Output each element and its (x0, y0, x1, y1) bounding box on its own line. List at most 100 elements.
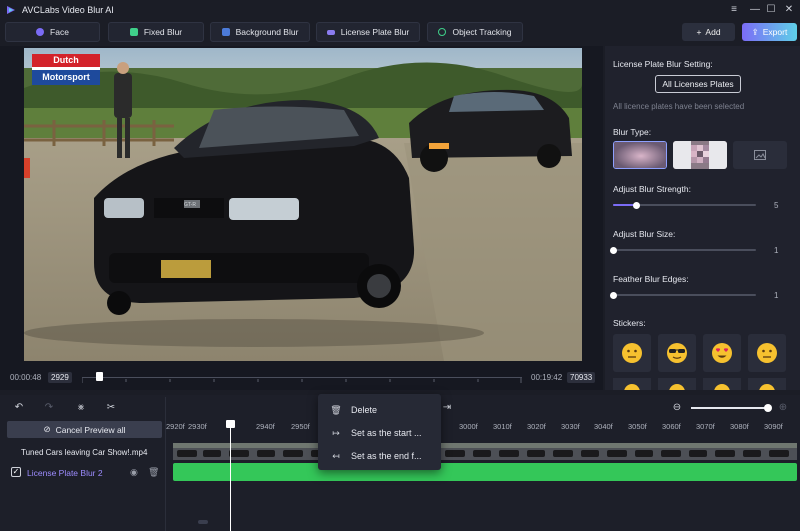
timeline-scroll-handle[interactable] (198, 520, 208, 524)
app-title: AVCLabs Video Blur AI (22, 5, 114, 15)
overlay-text-top: Dutch (53, 55, 79, 65)
sticker-heart-eyes[interactable] (703, 334, 741, 372)
scrub-handle[interactable] (96, 372, 103, 381)
ruler-label: 3070f (696, 422, 715, 431)
blur-track-name: License Plate Blur 2 (27, 468, 103, 478)
selected-note: All licence plates have been selected (613, 102, 745, 111)
redo-icon[interactable]: ↷ (42, 402, 56, 414)
close-icon[interactable]: ✕ (780, 2, 798, 18)
tab-license-plate-blur[interactable]: License Plate Blur (316, 22, 420, 42)
tab-fixed-blur[interactable]: Fixed Blur (108, 22, 204, 42)
blur-type-image[interactable] (733, 141, 787, 169)
neutral-face-icon (622, 343, 642, 363)
zoom-thumb[interactable] (764, 404, 772, 412)
cut-icon[interactable]: ✂ (104, 402, 118, 414)
set-end-icon: ↤ (332, 450, 340, 461)
split-icon[interactable]: ⨳ (74, 402, 88, 414)
ruler-label: 3010f (493, 422, 512, 431)
zoom-out-icon[interactable]: ⊖ (670, 402, 684, 414)
track-delete-icon[interactable]: 🗑 (148, 467, 159, 478)
next-frame-icon[interactable]: ⇥ (440, 402, 454, 414)
timeline-divider (165, 397, 166, 531)
stickers-label: Stickers: (613, 318, 646, 328)
tab-background-blur[interactable]: Background Blur (210, 22, 310, 42)
plate-blur-setting-label: License Plate Blur Setting: (613, 59, 713, 69)
background-blur-icon (221, 28, 230, 36)
overlay-text-bottom: Motorsport (42, 72, 90, 82)
video-track[interactable] (173, 443, 797, 460)
video-thumbnails (173, 443, 797, 460)
track-visibility-icon[interactable]: ◉ (130, 467, 138, 478)
blur-track-checkbox[interactable]: ✓ (11, 467, 21, 477)
cancel-preview-button[interactable]: ⊘ Cancel Preview all (7, 421, 162, 438)
sticker-neutral-2[interactable] (748, 334, 786, 372)
menu-item-label: Set as the start ... (351, 428, 422, 438)
sticker-cool[interactable] (658, 334, 696, 372)
export-icon: ⇪ (751, 26, 759, 37)
ruler-label: 2930f (188, 422, 207, 431)
export-button[interactable]: ⇪ Export (742, 23, 797, 41)
car-badge: GT-R (184, 202, 196, 208)
timeline-ruler[interactable]: 2920f 2930f 2940f 2950f 3000f 3010f 3020… (166, 420, 800, 434)
ruler-label: 3080f (730, 422, 749, 431)
blur-strength-thumb[interactable] (633, 201, 641, 209)
title-bar (0, 0, 800, 20)
blur-size-label: Adjust Blur Size: (613, 229, 676, 239)
tab-label: License Plate Blur (340, 27, 410, 37)
tab-label: Fixed Blur (143, 27, 183, 37)
undo-icon[interactable]: ↶ (12, 402, 26, 414)
blur-type-gaussian[interactable] (613, 141, 667, 169)
feather-slider[interactable] (609, 291, 756, 299)
add-label: Add (705, 27, 721, 37)
end-frame[interactable]: 70933 (567, 372, 596, 383)
object-tracking-icon (438, 28, 447, 36)
current-frame[interactable]: 2929 (48, 372, 72, 383)
blur-strength-slider[interactable] (613, 201, 756, 209)
tab-label: Background Blur (235, 27, 299, 37)
context-menu: 🗑 Delete ↦ Set as the start ... ↤ Set as… (318, 394, 441, 470)
blur-type-mosaic[interactable] (673, 141, 727, 169)
playhead-handle[interactable] (226, 420, 235, 428)
sticker-neutral[interactable] (613, 334, 651, 372)
video-frame-image (24, 48, 582, 361)
zoom-slider[interactable] (691, 407, 769, 409)
menu-item-set-end[interactable]: ↤ Set as the end f... (330, 445, 438, 467)
menu-icon[interactable]: ≡ (725, 2, 743, 18)
tab-label: Object Tracking (452, 27, 512, 37)
tab-face[interactable]: Face (5, 22, 100, 42)
blur-strength-value: 5 (774, 201, 779, 210)
ruler-label: 3090f (764, 422, 783, 431)
plus-icon: + (696, 27, 702, 37)
clip-name: Tuned Cars leaving Car Show!.mp4 (21, 448, 148, 457)
license-plate-icon (326, 29, 335, 35)
blur-strength-label: Adjust Blur Strength: (613, 184, 691, 194)
feather-thumb[interactable] (609, 291, 617, 299)
ruler-label: 2950f (291, 422, 310, 431)
blur-size-slider[interactable] (609, 246, 756, 254)
maximize-icon[interactable]: ☐ (762, 2, 780, 18)
ruler-label: 2920f (166, 422, 185, 431)
menu-item-set-start[interactable]: ↦ Set as the start ... (330, 422, 438, 444)
ruler-label: 3000f (459, 422, 478, 431)
ruler-label: 3040f (594, 422, 613, 431)
fixed-blur-icon (129, 28, 138, 36)
ruler-label: 3030f (561, 422, 580, 431)
image-icon (754, 150, 766, 160)
eye-slash-icon: ⊘ (43, 424, 51, 434)
add-button[interactable]: + Add (682, 23, 735, 41)
zoom-in-icon[interactable]: ⊕ (776, 402, 790, 414)
blur-size-thumb[interactable] (609, 246, 617, 254)
all-plates-button[interactable]: All Licenses Plates (655, 75, 741, 93)
feather-label: Feather Blur Edges: (613, 274, 689, 284)
scrub-ticks (81, 375, 522, 383)
feather-value: 1 (774, 291, 779, 300)
blur-effect-track[interactable] (173, 463, 797, 481)
current-time: 00:00:48 (10, 373, 42, 382)
heart-eyes-face-icon (712, 343, 732, 363)
video-preview[interactable]: Dutch Motorsport GT-R (24, 48, 582, 361)
set-start-icon: ↦ (332, 427, 340, 438)
menu-item-delete[interactable]: 🗑 Delete (330, 399, 438, 421)
blur-type-label: Blur Type: (613, 127, 652, 137)
tab-object-tracking[interactable]: Object Tracking (427, 22, 523, 42)
app-logo-icon (7, 6, 15, 14)
